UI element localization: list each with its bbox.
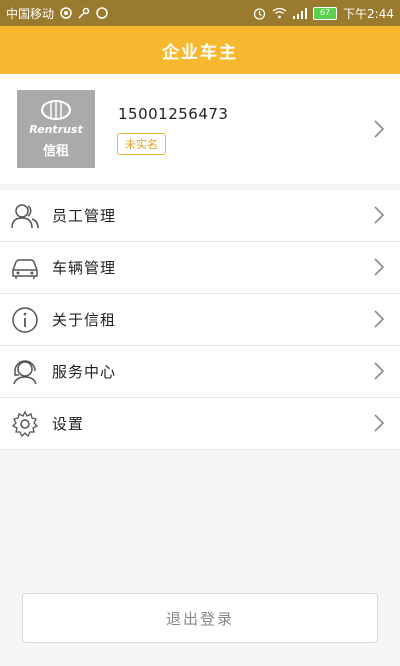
menu-list: 员工管理 车辆管理 关于信租 服务中心 设置 — [0, 190, 400, 450]
verification-badge[interactable]: 未实名 — [117, 133, 166, 155]
wifi-icon — [272, 7, 287, 19]
menu-item-vehicles[interactable]: 车辆管理 — [0, 242, 400, 294]
menu-item-label: 服务中心 — [52, 363, 117, 381]
rentrust-logo-icon — [41, 100, 71, 120]
key-icon — [78, 7, 90, 19]
people-icon — [11, 204, 39, 229]
chevron-right-icon — [374, 362, 384, 380]
menu-item-label: 员工管理 — [52, 207, 117, 225]
chevron-right-icon — [374, 206, 384, 224]
profile-card[interactable]: Rentrust 信租 15001256473 未实名 — [0, 74, 400, 184]
avatar-cn-text: 信租 — [42, 144, 69, 159]
menu-item-about[interactable]: 关于信租 — [0, 294, 400, 346]
headset-icon — [13, 360, 37, 385]
logout-label: 退出登录 — [165, 609, 234, 628]
logout-button[interactable]: 退出登录 — [22, 593, 378, 643]
car-icon — [12, 259, 38, 279]
page-header: 企业车主 — [0, 26, 400, 74]
info-icon — [12, 307, 38, 333]
chevron-right-icon — [374, 310, 384, 328]
menu-item-label: 设置 — [52, 415, 85, 433]
app-notify-icon — [96, 7, 108, 19]
signal-icon — [293, 7, 308, 19]
menu-item-service[interactable]: 服务中心 — [0, 346, 400, 398]
menu-item-label: 车辆管理 — [52, 259, 117, 277]
menu-item-staff[interactable]: 员工管理 — [0, 190, 400, 242]
page-title: 企业车主 — [162, 42, 238, 63]
status-right: 67 下午2:44 — [253, 5, 394, 22]
notification-icon — [60, 7, 72, 19]
chevron-right-icon — [374, 120, 384, 138]
menu-item-settings[interactable]: 设置 — [0, 398, 400, 450]
status-left: 中国移动 — [6, 5, 108, 22]
avatar: Rentrust 信租 — [17, 90, 95, 168]
menu-item-label: 关于信租 — [52, 311, 117, 329]
clock-label: 下午2:44 — [343, 6, 394, 21]
alarm-icon — [253, 7, 266, 20]
chevron-right-icon — [374, 258, 384, 276]
chevron-right-icon — [374, 414, 384, 432]
gear-icon — [11, 410, 39, 438]
avatar-brand-text: Rentrust — [29, 123, 83, 136]
carrier-label: 中国移动 — [6, 6, 55, 21]
status-bar: 中国移动 67 下午2:44 — [0, 0, 400, 26]
phone-number: 15001256473 — [118, 105, 229, 123]
battery-icon: 67 — [313, 6, 338, 20]
